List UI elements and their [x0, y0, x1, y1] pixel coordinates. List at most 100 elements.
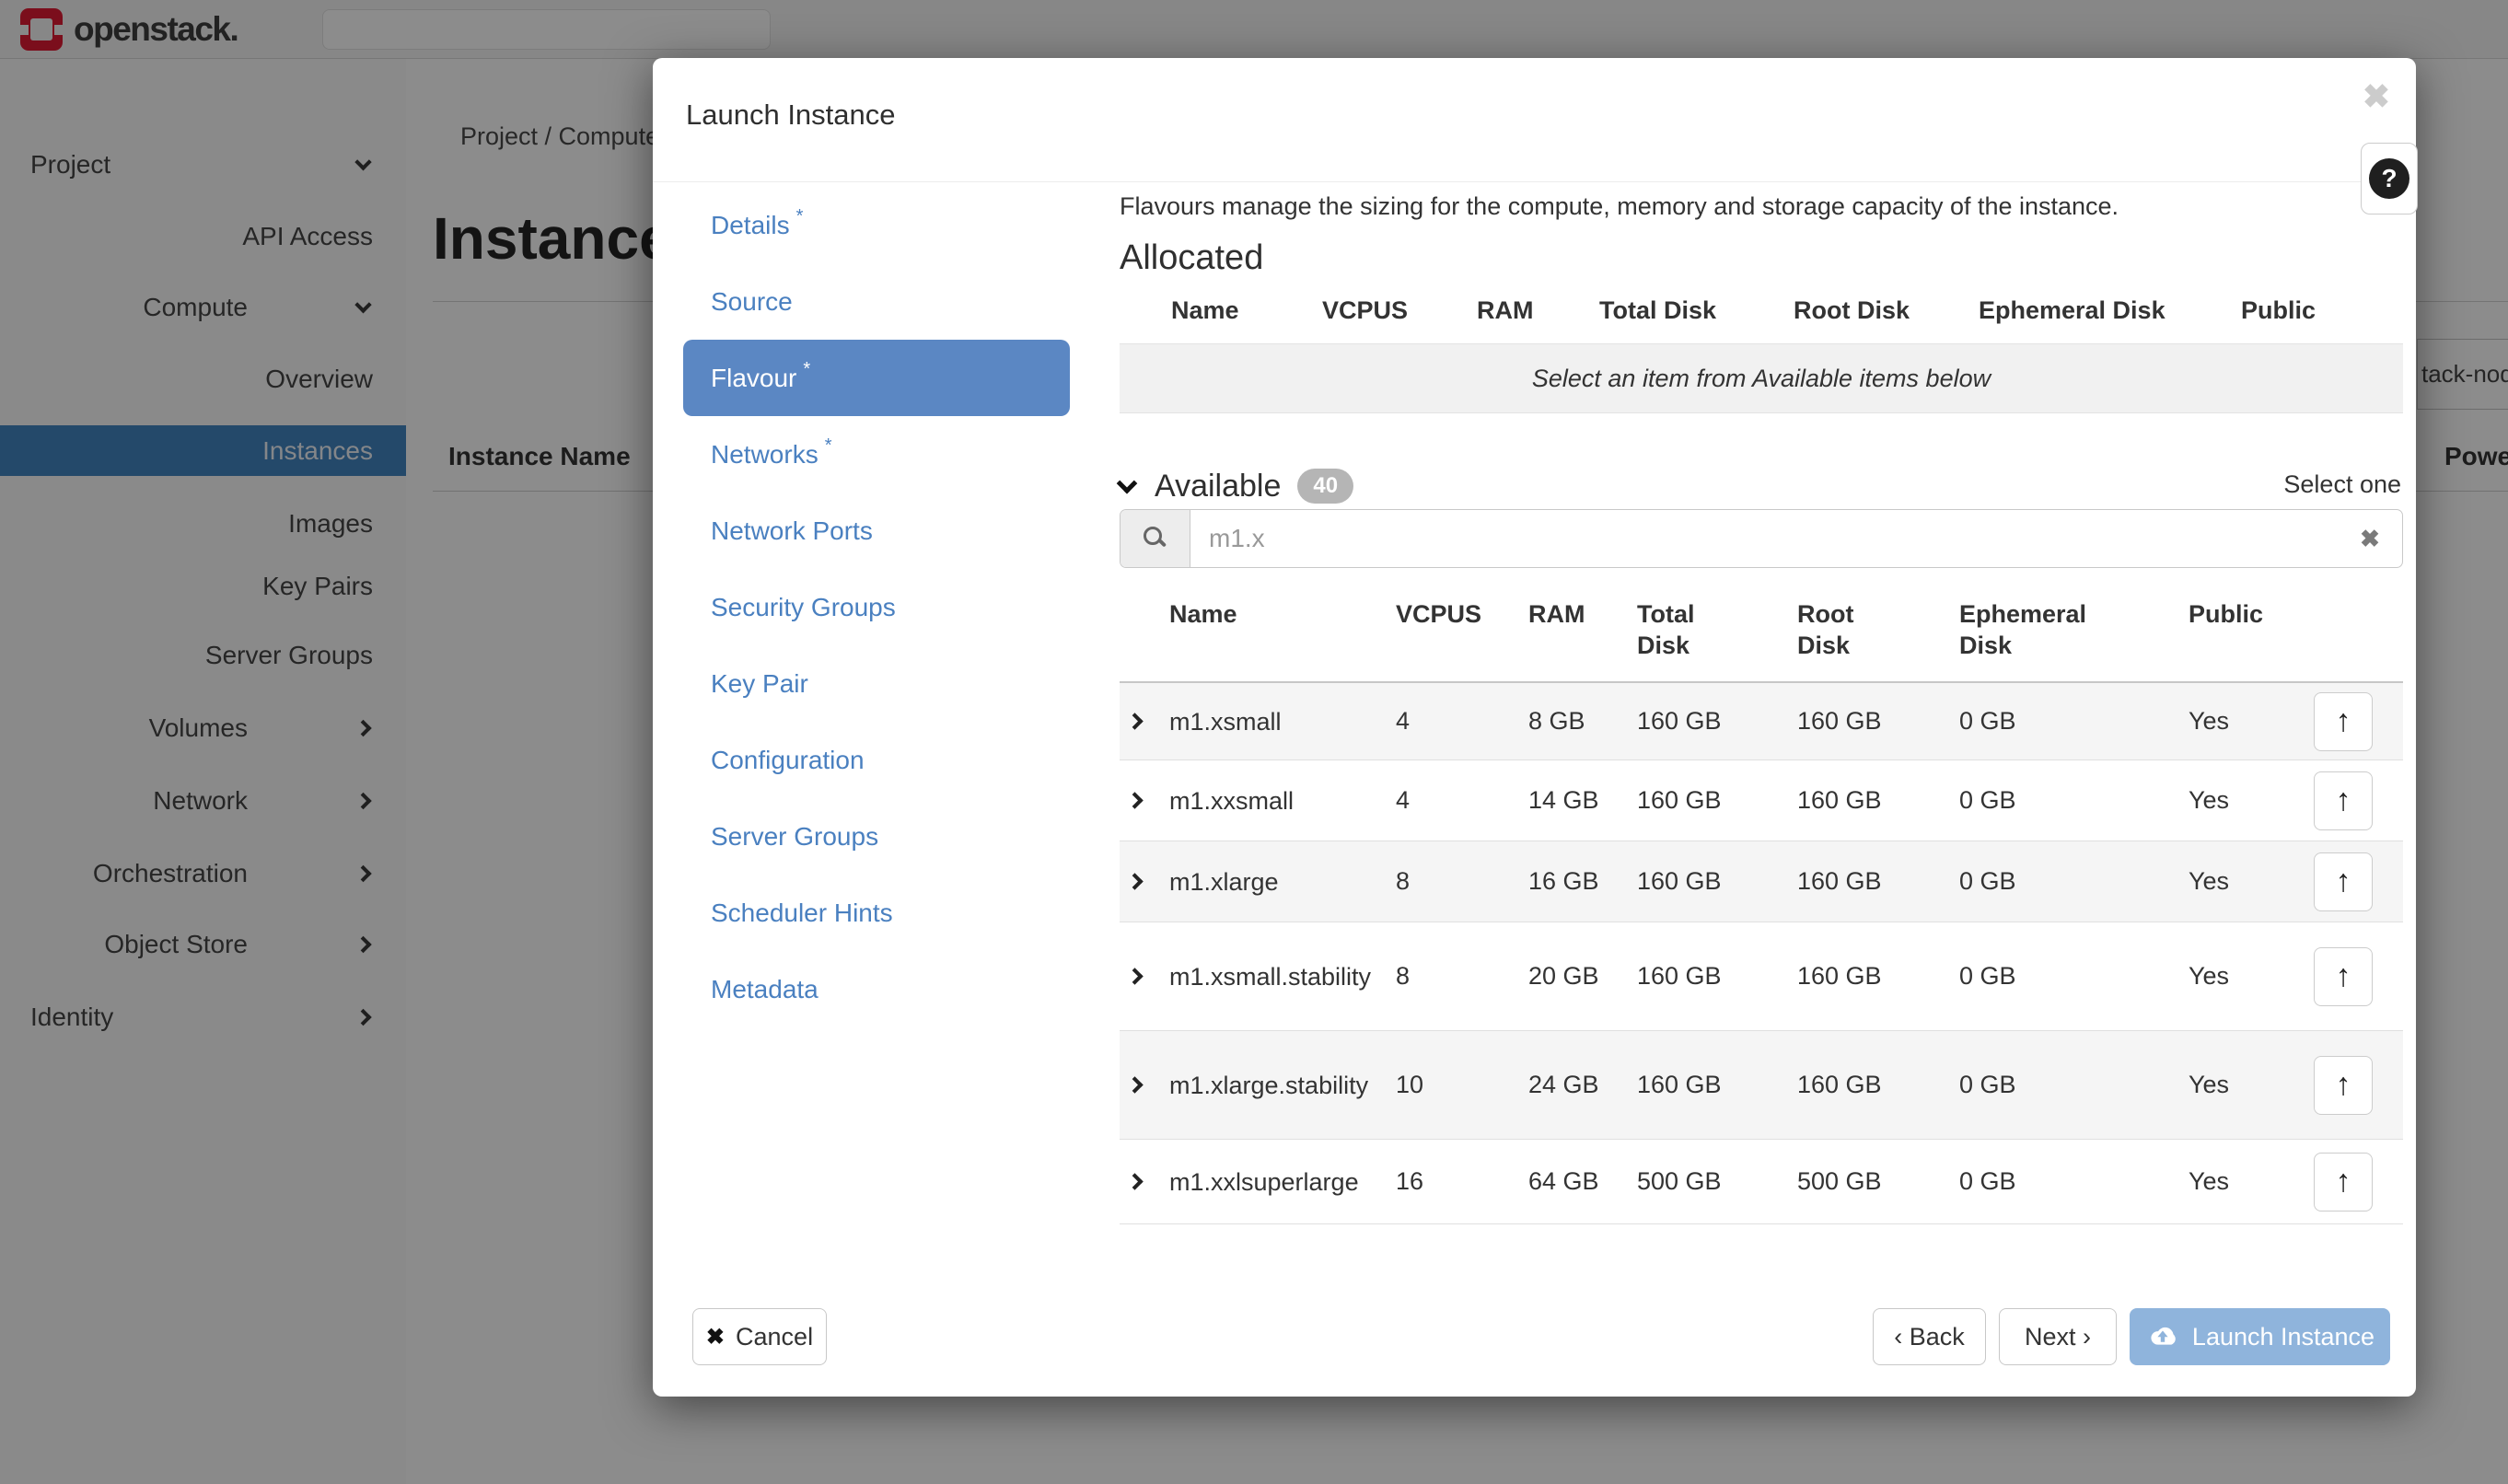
flavor-root-disk: 160 GB — [1797, 760, 1882, 841]
flavor-public: Yes — [2189, 1031, 2229, 1139]
flavor-vcpus: 8 — [1396, 922, 1410, 1030]
flavor-public: Yes — [2189, 760, 2229, 841]
flavor-ram: 20 GB — [1528, 922, 1599, 1030]
allocate-up-arrow-button[interactable]: ↑ — [2314, 692, 2373, 751]
expand-chevron-icon[interactable] — [1129, 1140, 1141, 1223]
flavour-step-content: Flavours manage the sizing for the compu… — [1120, 58, 2403, 1397]
expand-chevron-icon[interactable] — [1129, 1031, 1141, 1139]
step-label: Scheduler Hints — [711, 899, 893, 928]
step-label: Networks — [711, 440, 819, 470]
wizard-step-nav: Details * Source Flavour * Networks * Ne… — [683, 187, 1070, 1027]
clear-search-icon[interactable]: ✖ — [2338, 510, 2402, 567]
flavor-ephemeral-disk: 0 GB — [1959, 841, 2016, 922]
step-network-ports[interactable]: Network Ports — [683, 493, 1070, 569]
flavor-ephemeral-disk: 0 GB — [1959, 1140, 2016, 1223]
flavor-name: m1.xxlsuperlarge — [1169, 1140, 1379, 1223]
table-row-m1-xxsmall[interactable]: m1.xxsmall 4 14 GB 160 GB 160 GB 0 GB Ye… — [1120, 760, 2403, 841]
launch-label: Launch Instance — [2192, 1323, 2374, 1351]
step-key-pair[interactable]: Key Pair — [683, 645, 1070, 722]
flavor-public: Yes — [2189, 683, 2229, 759]
flavor-total-disk: 160 GB — [1637, 922, 1722, 1030]
step-metadata[interactable]: Metadata — [683, 951, 1070, 1027]
required-marker: * — [803, 359, 810, 380]
cancel-button[interactable]: ✖ Cancel — [692, 1308, 827, 1365]
flavor-ram: 14 GB — [1528, 760, 1599, 841]
expand-chevron-icon[interactable] — [1129, 841, 1141, 922]
flavor-vcpus: 4 — [1396, 760, 1410, 841]
step-server-groups[interactable]: Server Groups — [683, 798, 1070, 875]
flavor-name: m1.xlarge — [1169, 841, 1379, 922]
table-row-m1-xxlsuperlarge[interactable]: m1.xxlsuperlarge 16 64 GB 500 GB 500 GB … — [1120, 1140, 2403, 1224]
back-button[interactable]: ‹ Back — [1873, 1308, 1986, 1365]
allocate-up-arrow-button[interactable]: ↑ — [2314, 1056, 2373, 1115]
available-col-ephemeral-disk: Ephemeral Disk — [1959, 598, 2093, 661]
flavor-ram: 24 GB — [1528, 1031, 1599, 1139]
available-col-public: Public — [2189, 598, 2263, 630]
allocated-col-name: Name — [1171, 295, 1239, 326]
allocated-col-ephemeral-disk: Ephemeral Disk — [1979, 295, 2165, 326]
flavor-ephemeral-disk: 0 GB — [1959, 760, 2016, 841]
step-source[interactable]: Source — [683, 263, 1070, 340]
flavor-name: m1.xxsmall — [1169, 760, 1379, 841]
flavor-public: Yes — [2189, 841, 2229, 922]
flavor-vcpus: 16 — [1396, 1140, 1423, 1223]
flavor-search-input[interactable] — [1190, 510, 2338, 567]
table-row-m1-xsmall[interactable]: m1.xsmall 4 8 GB 160 GB 160 GB 0 GB Yes … — [1120, 683, 2403, 760]
step-label: Configuration — [711, 746, 865, 775]
step-flavour[interactable]: Flavour * — [683, 340, 1070, 416]
step-description: Flavours manage the sizing for the compu… — [1120, 192, 2119, 221]
expand-chevron-icon[interactable] — [1129, 760, 1141, 841]
allocated-col-vcpus: VCPUS — [1322, 295, 1408, 326]
step-label: Server Groups — [711, 822, 878, 852]
available-col-name: Name — [1169, 598, 1237, 630]
modal-title: Launch Instance — [686, 99, 896, 132]
step-label: Flavour — [711, 364, 796, 393]
step-label: Source — [711, 287, 793, 317]
table-row-m1-xlarge-stability[interactable]: m1.xlarge.stability 10 24 GB 160 GB 160 … — [1120, 1031, 2403, 1140]
step-security-groups[interactable]: Security Groups — [683, 569, 1070, 645]
allocate-up-arrow-button[interactable]: ↑ — [2314, 852, 2373, 911]
flavor-name: m1.xlarge.stability — [1169, 1031, 1379, 1139]
available-col-total-disk: Total Disk — [1637, 598, 1727, 661]
next-button[interactable]: Next › — [1999, 1308, 2117, 1365]
table-row-m1-xlarge[interactable]: m1.xlarge 8 16 GB 160 GB 160 GB 0 GB Yes… — [1120, 841, 2403, 922]
flavor-public: Yes — [2189, 1140, 2229, 1223]
expand-chevron-icon[interactable] — [1129, 683, 1141, 759]
launch-instance-button[interactable]: Launch Instance — [2130, 1308, 2390, 1365]
launch-instance-modal: Launch Instance ✖ ? Details * Source Fla… — [653, 58, 2416, 1397]
step-details[interactable]: Details * — [683, 187, 1070, 263]
flavor-ram: 16 GB — [1528, 841, 1599, 922]
allocated-heading: Allocated — [1120, 238, 1263, 278]
modal-footer: ✖ Cancel ‹ Back Next › Launch Instance — [686, 1308, 2390, 1365]
flavor-public: Yes — [2189, 922, 2229, 1030]
available-col-vcpus: VCPUS — [1396, 598, 1481, 630]
flavor-total-disk: 160 GB — [1637, 760, 1722, 841]
allocated-empty-row: Select an item from Available items belo… — [1120, 343, 2403, 413]
collapse-chevron-icon[interactable] — [1117, 473, 1138, 494]
allocate-up-arrow-button[interactable]: ↑ — [2314, 771, 2373, 830]
flavor-ephemeral-disk: 0 GB — [1959, 1031, 2016, 1139]
step-scheduler-hints[interactable]: Scheduler Hints — [683, 875, 1070, 951]
step-networks[interactable]: Networks * — [683, 416, 1070, 493]
step-label: Network Ports — [711, 516, 873, 546]
allocated-col-root-disk: Root Disk — [1794, 295, 1910, 326]
table-row-m1-xsmall-stability[interactable]: m1.xsmall.stability 8 20 GB 160 GB 160 G… — [1120, 922, 2403, 1031]
flavor-vcpus: 10 — [1396, 1031, 1423, 1139]
step-configuration[interactable]: Configuration — [683, 722, 1070, 798]
available-heading: Available — [1155, 469, 1281, 504]
allocate-up-arrow-button[interactable]: ↑ — [2314, 947, 2373, 1006]
available-count-badge: 40 — [1297, 469, 1353, 504]
allocate-up-arrow-button[interactable]: ↑ — [2314, 1153, 2373, 1212]
flavor-root-disk: 500 GB — [1797, 1140, 1882, 1223]
expand-chevron-icon[interactable] — [1129, 922, 1141, 1030]
flavor-total-disk: 160 GB — [1637, 841, 1722, 922]
step-label: Details — [711, 211, 790, 240]
available-col-root-disk: Root Disk — [1797, 598, 1887, 661]
allocated-col-ram: RAM — [1477, 295, 1534, 326]
available-section-header: Available 40 — [1120, 465, 1353, 507]
cloud-upload-icon — [2145, 1325, 2180, 1350]
flavor-root-disk: 160 GB — [1797, 841, 1882, 922]
flavor-root-disk: 160 GB — [1797, 1031, 1882, 1139]
flavor-ram: 64 GB — [1528, 1140, 1599, 1223]
flavor-ephemeral-disk: 0 GB — [1959, 683, 2016, 759]
